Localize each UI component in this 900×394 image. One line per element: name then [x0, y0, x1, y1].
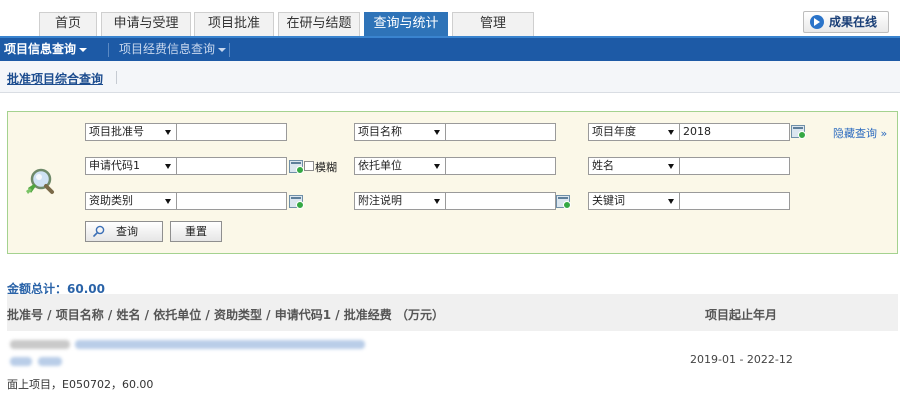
- criteria-input-1[interactable]: [176, 123, 287, 141]
- dropdown-arrow-icon: [434, 199, 440, 204]
- criteria-input-8[interactable]: [445, 192, 556, 210]
- result-row-dates: 2019-01 - 2022-12: [690, 353, 793, 366]
- result-row-detail: 面上项目，E050702，60.00: [7, 378, 154, 391]
- criteria-select-value: 项目批准号: [89, 125, 144, 138]
- submenu-divider: [108, 43, 109, 57]
- dropdown-arrow-icon: [668, 199, 674, 204]
- criteria-select-4[interactable]: 申请代码1: [85, 157, 177, 175]
- submenu-bar: 项目信息查询 项目经费信息查询: [0, 36, 900, 61]
- results-table-header: 批准号 / 项目名称 / 姓名 / 依托单位 / 资助类型 / 申请代码1 / …: [7, 294, 898, 331]
- category-picker-icon[interactable]: [289, 195, 304, 209]
- reset-button[interactable]: 重置: [170, 221, 222, 242]
- redacted-project-title[interactable]: [75, 340, 365, 349]
- criteria-select-value: 依托单位: [358, 159, 402, 172]
- criteria-select-value: 项目年度: [592, 125, 636, 138]
- criteria-input-6[interactable]: [679, 157, 790, 175]
- caret-down-icon: [218, 47, 227, 52]
- fuzzy-label: 模糊: [315, 161, 337, 174]
- search-button[interactable]: 查询: [85, 221, 163, 242]
- result-online-button[interactable]: 成果在线: [803, 11, 889, 33]
- criteria-select-8[interactable]: 附注说明: [354, 192, 446, 210]
- hide-query-toggle[interactable]: 隐藏查询 »: [833, 125, 887, 141]
- criteria-input-4[interactable]: [176, 157, 287, 175]
- tab-query-stats[interactable]: 查询与统计: [364, 12, 448, 36]
- dropdown-arrow-icon: [165, 199, 171, 204]
- result-online-label: 成果在线: [829, 15, 878, 29]
- play-circle-icon: [810, 15, 824, 29]
- dropdown-arrow-icon: [668, 164, 674, 169]
- redacted-approval-number: [10, 340, 70, 349]
- criteria-input-2[interactable]: [445, 123, 556, 141]
- calendar-picker-icon[interactable]: [791, 125, 806, 139]
- top-nav: 首页 申请与受理 项目批准 在研与结题 查询与统计 管理 成果在线: [0, 0, 900, 36]
- breadcrumb-combined-query[interactable]: 批准项目综合查询: [7, 70, 103, 87]
- submenu-project-query[interactable]: 项目信息查询: [4, 38, 88, 61]
- tab-ongoing[interactable]: 在研与结题: [278, 12, 360, 36]
- caret-down-icon: [79, 47, 88, 52]
- criteria-select-value: 关键词: [592, 194, 625, 207]
- criteria-select-value: 申请代码1: [89, 159, 140, 172]
- breadcrumb-divider: [116, 71, 117, 84]
- criteria-select-5[interactable]: 依托单位: [354, 157, 446, 175]
- dropdown-arrow-icon: [434, 164, 440, 169]
- criteria-select-2[interactable]: 项目名称: [354, 123, 446, 141]
- criteria-select-value: 资助类别: [89, 194, 133, 207]
- submenu-fund-query-label: 项目经费信息查询: [119, 42, 216, 56]
- criteria-select-7[interactable]: 资助类别: [85, 192, 177, 210]
- criteria-select-value: 姓名: [592, 159, 614, 172]
- note-picker-icon[interactable]: [556, 195, 571, 209]
- tab-approval[interactable]: 项目批准: [194, 12, 274, 36]
- tab-home[interactable]: 首页: [39, 12, 97, 36]
- dropdown-arrow-icon: [434, 130, 440, 135]
- search-icon: [93, 225, 105, 237]
- redacted-name: [10, 357, 32, 366]
- submenu-divider: [229, 43, 230, 57]
- criteria-select-value: 项目名称: [358, 125, 402, 138]
- search-button-label: 查询: [116, 225, 138, 238]
- criteria-select-9[interactable]: 关键词: [588, 192, 680, 210]
- header-date-range: 项目起止年月: [705, 308, 778, 322]
- criteria-input-5[interactable]: [445, 157, 556, 175]
- query-panel: 项目批准号 项目名称 项目年度 2018 隐藏查询 » 申请代码1 模糊 依托单…: [7, 111, 898, 254]
- criteria-input-7[interactable]: [176, 192, 287, 210]
- breadcrumb-bar: 批准项目综合查询: [0, 61, 900, 93]
- submenu-fund-query[interactable]: 项目经费信息查询: [119, 38, 227, 61]
- header-project-info: 批准号 / 项目名称 / 姓名 / 依托单位 / 资助类型 / 申请代码1 / …: [7, 308, 444, 322]
- dropdown-arrow-icon: [165, 130, 171, 135]
- criteria-select-1[interactable]: 项目批准号: [85, 123, 177, 141]
- criteria-input-year[interactable]: 2018: [679, 123, 790, 141]
- search-magnifier-icon: [26, 168, 54, 194]
- criteria-select-value: 附注说明: [358, 194, 402, 207]
- code-picker-icon[interactable]: [289, 160, 304, 174]
- criteria-select-6[interactable]: 姓名: [588, 157, 680, 175]
- fuzzy-checkbox[interactable]: [304, 161, 314, 171]
- criteria-input-9[interactable]: [679, 192, 790, 210]
- tab-manage[interactable]: 管理: [452, 12, 534, 36]
- dropdown-arrow-icon: [165, 164, 171, 169]
- dropdown-arrow-icon: [668, 130, 674, 135]
- criteria-select-3[interactable]: 项目年度: [588, 123, 680, 141]
- tab-application[interactable]: 申请与受理: [101, 12, 191, 36]
- redacted-unit: [38, 357, 62, 366]
- submenu-project-query-label: 项目信息查询: [4, 42, 77, 56]
